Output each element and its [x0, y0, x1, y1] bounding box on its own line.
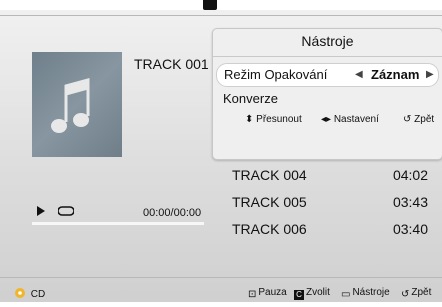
setting-hint: ◂▸ Nastavení [321, 114, 379, 125]
pause-key-icon: ⊡ [248, 289, 257, 300]
tools-menu-title: Nástroje [301, 33, 354, 49]
bottom-strip [0, 302, 442, 307]
now-playing-title: TRACK 001 [134, 56, 209, 72]
menu-item-label: Režim Opakování [224, 67, 328, 82]
time-code: 00:00/00:00 [143, 207, 202, 219]
track-duration: 03:40 [392, 221, 428, 237]
menu-footer: ⬍ Přesunout ◂▸ Nastavení ↺ Zpět [215, 114, 440, 130]
top-indicator [203, 0, 217, 10]
left-right-icon: ◂▸ [321, 114, 332, 125]
bottom-divider [0, 277, 442, 278]
tools-button[interactable]: ▭ Nástroje [341, 287, 390, 300]
back-icon: ↺ [403, 114, 412, 125]
pause-button[interactable]: ⊡ Pauza [248, 287, 287, 300]
music-note-icon [51, 78, 90, 133]
menu-item-conversion[interactable]: Konverze [223, 91, 278, 106]
back-hint[interactable]: ↺ Zpět [403, 114, 434, 125]
track-duration: 03:43 [392, 194, 428, 210]
track-name: TRACK 006 [232, 221, 307, 237]
repeat-icon [58, 206, 74, 216]
c-key-icon: C [294, 290, 304, 300]
select-button[interactable]: C Zvolit [294, 287, 330, 300]
menu-item-repeat-mode[interactable]: Režim Opakování ◀ Záznam ▶ [216, 63, 439, 87]
menu-divider [213, 56, 442, 57]
track-list-item[interactable]: TRACK 004 04:02 [232, 167, 428, 187]
media-player-screen: TRACK 001 00:00/00:00 TRACK 00304:41TRAC… [0, 0, 442, 307]
track-list-item[interactable]: TRACK 005 03:43 [232, 194, 428, 214]
tools-icon: ▭ [341, 289, 351, 300]
repeat-mode-value: Záznam [371, 67, 420, 82]
track-name: TRACK 005 [232, 194, 307, 210]
tools-menu: Nástroje Režim Opakování ◀ Záznam ▶ Konv… [212, 28, 442, 160]
arrow-right-icon[interactable]: ▶ [426, 69, 434, 80]
album-art [32, 52, 122, 157]
track-duration: 04:02 [392, 167, 428, 183]
arrow-left-icon[interactable]: ◀ [355, 69, 363, 80]
progress-bar[interactable] [32, 222, 204, 225]
back-button[interactable]: ↺ Zpět [401, 287, 431, 300]
play-icon [37, 206, 45, 216]
track-name: TRACK 004 [232, 167, 307, 183]
up-down-icon: ⬍ [245, 114, 254, 125]
source-indicator: CD [14, 287, 45, 300]
top-divider [0, 15, 442, 16]
move-hint: ⬍ Přesunout [245, 114, 302, 125]
return-icon: ↺ [401, 289, 410, 300]
top-strip [0, 0, 442, 10]
disc-icon [15, 288, 25, 298]
track-list-item[interactable]: TRACK 006 03:40 [232, 221, 428, 241]
